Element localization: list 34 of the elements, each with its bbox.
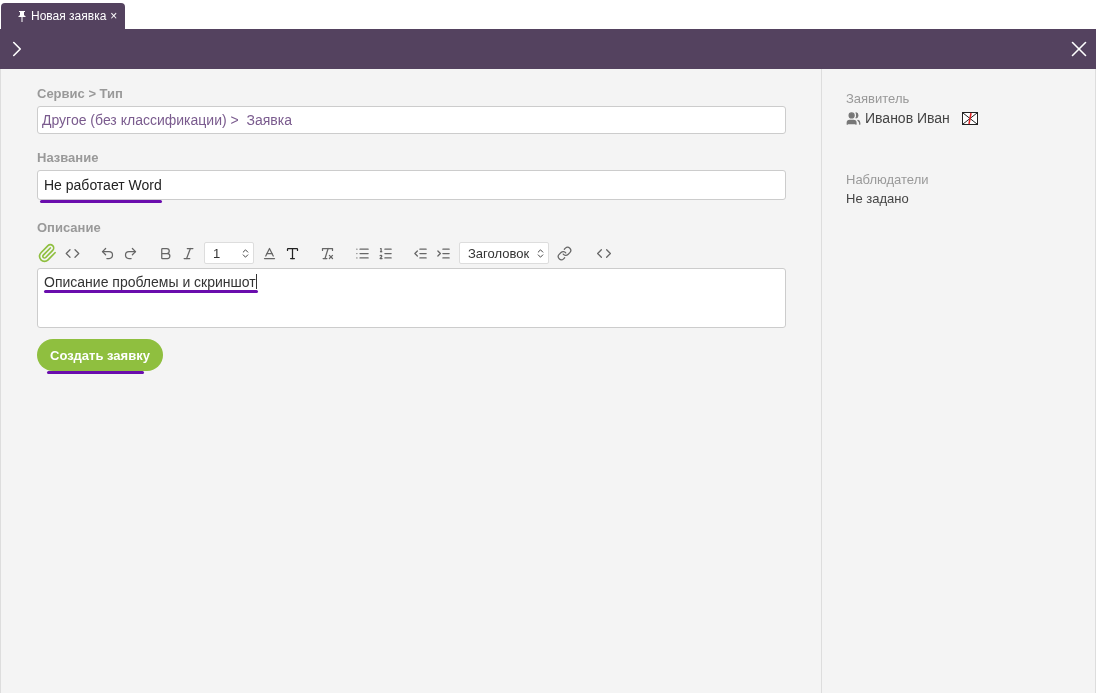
requester-label: Заявитель — [846, 91, 911, 106]
text-caret — [255, 274, 257, 289]
numbered-list-icon[interactable] — [378, 245, 393, 261]
text-color-icon[interactable] — [262, 245, 277, 261]
font-size-select[interactable]: 1 — [204, 242, 254, 264]
redo-icon[interactable] — [123, 245, 138, 261]
field-label: Название — [37, 150, 100, 165]
outdent-icon[interactable] — [413, 245, 428, 261]
input-field[interactable]: Не работает Word — [37, 170, 786, 200]
bold-icon[interactable] — [158, 245, 173, 261]
indent-icon[interactable] — [436, 245, 451, 261]
undo-icon[interactable] — [100, 245, 115, 261]
link-icon[interactable] — [557, 245, 572, 261]
requester-name: Иванов Иван — [865, 110, 950, 126]
field-label: Сервис > Тип — [37, 86, 124, 101]
stepper-icon — [240, 247, 251, 259]
input-field[interactable]: Другое (без классификации) > Заявка — [37, 106, 786, 134]
heading-select[interactable]: Заголовок — [459, 242, 549, 264]
background-color-icon[interactable] — [285, 245, 300, 261]
tab[interactable]: Новая заявка × — [1, 3, 126, 29]
pin-icon — [17, 10, 27, 22]
description-field[interactable]: Описание проблемы и скриншот — [37, 268, 786, 328]
paperclip-icon[interactable] — [37, 243, 57, 263]
tab-label: Новая заявка — [31, 9, 107, 23]
watchers-value: Не задано — [846, 191, 910, 206]
field-label: Описание — [37, 220, 102, 235]
tab-close[interactable]: × — [110, 9, 118, 23]
clear-format-icon[interactable] — [320, 245, 335, 261]
watchers-label: Наблюдатели — [846, 172, 930, 187]
italic-icon[interactable] — [181, 245, 196, 261]
broken-image-icon — [961, 111, 978, 125]
users-icon — [846, 110, 861, 126]
stepper-icon — [535, 247, 546, 259]
bullet-list-icon[interactable] — [355, 245, 370, 261]
